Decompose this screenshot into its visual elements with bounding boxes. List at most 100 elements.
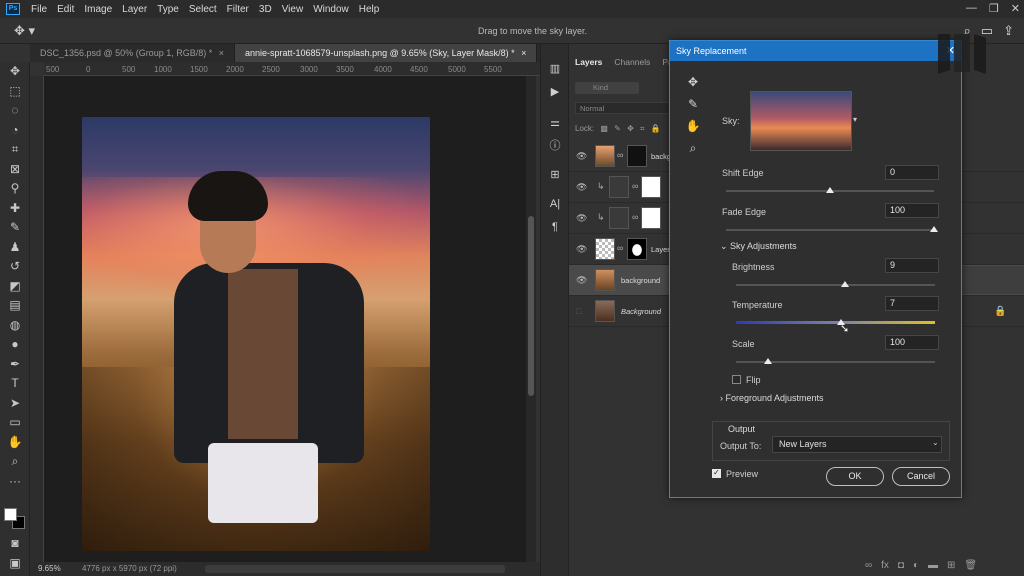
brightness-value[interactable]: 9 [885, 258, 939, 273]
add-mask-icon[interactable]: ◘ [898, 560, 904, 571]
link-icon[interactable]: ∞ [617, 243, 623, 253]
close-icon[interactable]: × [219, 48, 224, 58]
lock-artboard-icon[interactable]: ⌗ [640, 124, 645, 133]
brightness-slider[interactable] [736, 284, 935, 286]
sky-preset-preview[interactable] [750, 91, 852, 151]
link-icon[interactable]: ∞ [632, 212, 638, 222]
healing-icon[interactable]: ✚ [0, 199, 30, 219]
document-image[interactable] [82, 117, 430, 551]
cancel-button[interactable]: Cancel [892, 467, 950, 486]
eraser-icon[interactable]: ◩ [0, 277, 30, 297]
fade-edge-value[interactable]: 100 [885, 203, 939, 218]
histogram-icon[interactable]: ▥ [541, 58, 569, 81]
actions-icon[interactable]: ▶ [541, 81, 569, 104]
eye-icon[interactable]: 👁 [576, 213, 587, 224]
flip-checkbox[interactable] [732, 375, 741, 384]
minimize-button[interactable]: — [966, 2, 977, 15]
temperature-slider[interactable] [736, 321, 935, 324]
zoom-icon[interactable]: ⌕ [680, 137, 706, 159]
menu-window[interactable]: Window [308, 4, 354, 15]
blur-icon[interactable]: ◍ [0, 316, 30, 336]
lock-pixels-icon[interactable]: ▩ [600, 124, 608, 133]
tab-layers[interactable]: Layers [569, 54, 608, 70]
hand-icon[interactable]: ✋ [0, 433, 30, 453]
layer-mask-thumbnail[interactable] [641, 207, 661, 229]
share-icon[interactable]: ⇪ [1003, 23, 1014, 39]
dialog-title[interactable]: Sky Replacement [670, 41, 961, 61]
blend-mode-select[interactable]: Normal [575, 102, 671, 114]
screen-mode-icon[interactable]: ▣ [0, 554, 30, 574]
layer-mask-thumbnail[interactable] [627, 238, 647, 260]
character-icon[interactable]: A| [541, 193, 569, 216]
scale-value[interactable]: 100 [885, 335, 939, 350]
adjustments-icon[interactable]: ⚌ [541, 112, 569, 135]
menu-layer[interactable]: Layer [117, 4, 152, 15]
move-icon[interactable]: ✥ [0, 62, 30, 82]
link-icon[interactable]: ∞ [632, 181, 638, 191]
document-info[interactable]: 4776 px x 5970 px (72 ppi) [82, 564, 177, 573]
sky-adjustments-toggle[interactable]: ⌄ Sky Adjustments [720, 241, 797, 252]
adjustment-layer-icon[interactable]: ◐ [913, 560, 919, 571]
gradient-icon[interactable]: ▤ [0, 296, 30, 316]
lock-all-icon[interactable]: 🔒 [651, 124, 661, 133]
foreground-color-swatch[interactable] [4, 508, 17, 521]
menu-edit[interactable]: Edit [52, 4, 79, 15]
paragraph-icon[interactable]: ¶ [541, 216, 569, 239]
preview-checkbox[interactable] [712, 468, 721, 478]
type-icon[interactable]: T [0, 374, 30, 394]
eye-icon[interactable]: □ [576, 306, 581, 316]
eye-icon[interactable]: 👁 [576, 182, 587, 193]
link-icon[interactable]: ∞ [617, 150, 623, 160]
lock-paint-icon[interactable]: ✎ [614, 124, 621, 133]
marquee-icon[interactable]: ⬚ [0, 82, 30, 102]
dodge-icon[interactable]: ● [0, 335, 30, 355]
foreground-adjustments-toggle[interactable]: › Foreground Adjustments [720, 393, 824, 403]
hand-icon[interactable]: ✋ [680, 115, 706, 137]
lasso-icon[interactable]: ◌ [0, 101, 30, 121]
frame-icon[interactable]: ⊠ [0, 160, 30, 180]
slider-thumb[interactable] [841, 281, 850, 287]
new-group-icon[interactable]: ▬ [928, 560, 938, 571]
tab-channels[interactable]: Channels [608, 54, 656, 70]
layer-kind-filter[interactable]: Kind [575, 82, 639, 94]
close-icon[interactable]: × [521, 48, 526, 58]
slider-thumb[interactable] [930, 226, 938, 232]
horizontal-scrollbar[interactable] [205, 565, 505, 573]
menu-help[interactable]: Help [354, 4, 385, 15]
menu-type[interactable]: Type [152, 4, 184, 15]
tab-annie-spratt[interactable]: annie-spratt-1068579-unsplash.png @ 9.65… [235, 44, 538, 62]
brush-icon[interactable]: ✎ [0, 218, 30, 238]
move-tool-icon[interactable]: ✥ ▾ [14, 23, 35, 39]
menu-file[interactable]: File [26, 4, 52, 15]
properties-icon[interactable]: ⊞ [541, 164, 569, 187]
move-icon[interactable]: ✥ [680, 71, 706, 93]
trash-icon[interactable]: 🗑 [964, 560, 977, 571]
crop-icon[interactable]: ⌗ [0, 140, 30, 160]
chevron-down-icon[interactable]: ▾ [853, 115, 857, 124]
info-icon[interactable]: ⓘ [541, 135, 569, 158]
close-button[interactable]: ✕ [1011, 2, 1020, 15]
eyedropper-icon[interactable]: ⚲ [0, 179, 30, 199]
menu-3d[interactable]: 3D [254, 4, 277, 15]
stamp-icon[interactable]: ♟ [0, 238, 30, 258]
zoom-icon[interactable]: ⌕ [0, 452, 30, 472]
ok-button[interactable]: OK [826, 467, 884, 486]
more-tools-icon[interactable]: ··· [0, 472, 30, 492]
menu-select[interactable]: Select [184, 4, 222, 15]
slider-thumb[interactable] [763, 358, 772, 364]
temperature-value[interactable]: 7 [885, 296, 939, 311]
fade-edge-slider[interactable] [726, 229, 934, 231]
eye-icon[interactable]: 👁 [576, 151, 587, 162]
new-layer-icon[interactable]: ⊞ [947, 560, 955, 571]
eye-icon[interactable]: 👁 [576, 244, 587, 255]
path-select-icon[interactable]: ➤ [0, 394, 30, 414]
pen-icon[interactable]: ✒ [0, 355, 30, 375]
link-layers-icon[interactable]: ∞ [865, 560, 872, 571]
menu-filter[interactable]: Filter [222, 4, 254, 15]
menu-image[interactable]: Image [79, 4, 117, 15]
vertical-scrollbar[interactable] [526, 76, 536, 562]
restore-button[interactable]: ❐ [989, 2, 999, 15]
color-swatches[interactable] [4, 508, 26, 530]
zoom-level[interactable]: 9.65% [38, 564, 61, 573]
chevron-down-icon[interactable]: ⌄ [932, 438, 939, 447]
